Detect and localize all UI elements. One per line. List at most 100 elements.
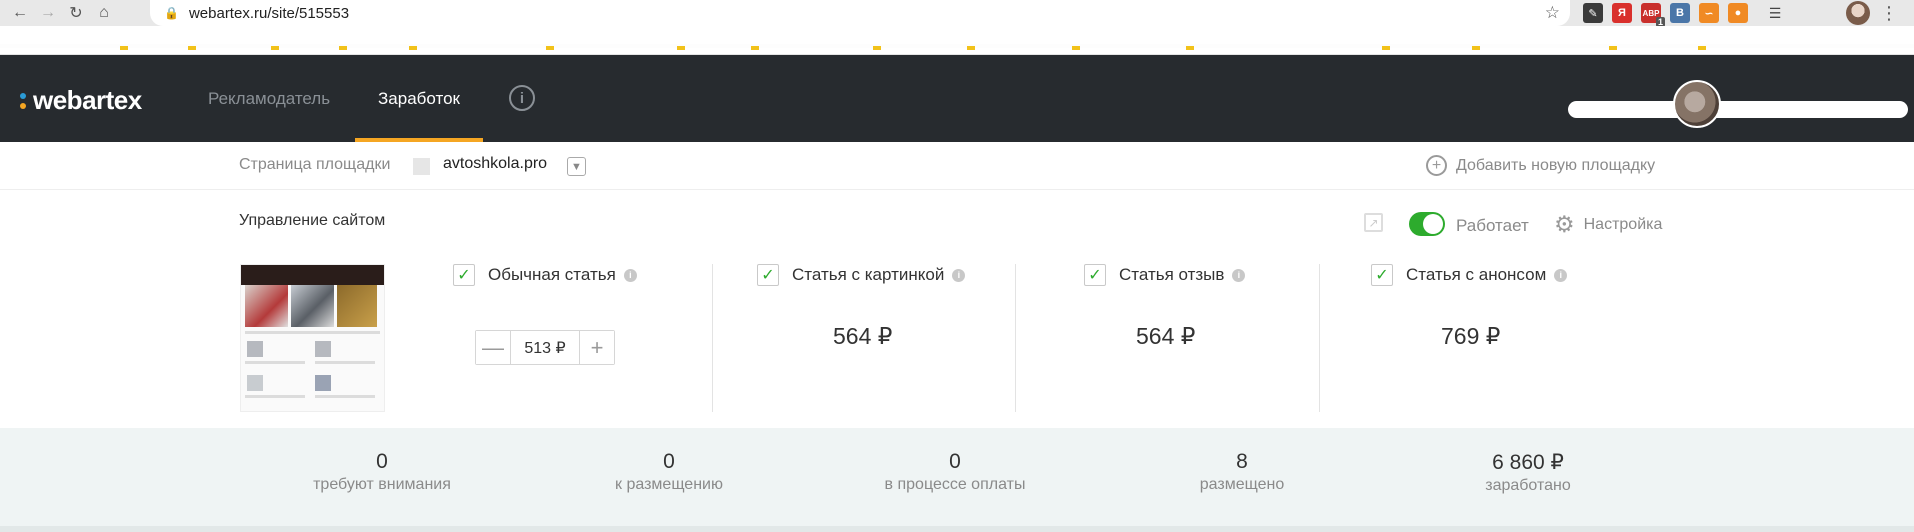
stat-earned[interactable]: 6 860 ₽ заработано [1398,450,1658,495]
bookmark-folder-icon[interactable] [120,46,128,50]
offer-announce-checkbox[interactable]: ✓ [1371,264,1393,286]
bookmark-folder-icon[interactable] [409,46,417,50]
stat-value: 6 860 ₽ [1492,451,1564,474]
playlist-ext-icon[interactable]: ☰ [1765,3,1785,23]
tab-earnings[interactable]: Заработок [355,55,483,142]
management-title: Управление сайтом [239,212,386,229]
offer-image-label: Статья с картинкой [792,265,945,284]
ok-ext-icon[interactable]: ● [1728,3,1748,23]
bookmark-folder-icon[interactable] [751,46,759,50]
thumbnail-header [241,265,384,285]
site-header: webartex Рекламодатель Заработок i [0,55,1914,142]
address-url[interactable]: webartex.ru/site/515553 [189,5,349,22]
browser-menu-icon[interactable]: ⋮ [1880,0,1898,26]
stepper-value[interactable]: 513 ₽ [510,331,580,364]
offer-regular-checkbox[interactable]: ✓ [453,264,475,286]
thumbnail-line [315,361,375,364]
offer-announce: ✓ Статья с анонсом i 769 ₽ [1319,264,1619,412]
stat-in-payment[interactable]: 0 в процессе оплаты [825,450,1085,494]
bookmarks-strip [0,44,1914,48]
add-site-button[interactable]: + Добавить новую площадку [1426,155,1655,176]
add-site-label: Добавить новую площадку [1456,156,1656,174]
stat-to-place[interactable]: 0 к размещению [539,450,799,494]
stat-caption: заработано [1485,477,1571,494]
bookmark-folder-icon[interactable] [873,46,881,50]
adblock-ext-icon[interactable]: ABP 1 [1641,3,1665,27]
stat-placed[interactable]: 8 размещено [1112,450,1372,494]
external-link-icon[interactable]: ↗ [1364,213,1383,232]
thumbnail-line [245,361,305,364]
bookmark-folder-icon[interactable] [967,46,975,50]
stat-value: 0 [376,450,388,473]
vk-ext-icon[interactable]: B [1670,3,1690,23]
info-hint-icon[interactable]: i [623,268,637,282]
stat-caption: требуют внимания [313,476,451,493]
offer-image-price: 564 ₽ [833,323,893,349]
thumbnail-line [245,331,380,334]
site-domain[interactable]: avtoshkola.pro [443,155,547,173]
stat-caption: к размещению [615,476,723,493]
forward-arrow-icon[interactable]: → [34,0,62,26]
minus-icon[interactable]: — [476,331,510,364]
rss-ext-icon[interactable]: ∽ [1699,3,1719,23]
bookmark-folder-icon[interactable] [188,46,196,50]
bookmark-folder-icon[interactable] [271,46,279,50]
browser-toolbar: ← → ↻ ⌂ 🔒 webartex.ru/site/515553 ☆ ✎ Я … [0,0,1914,27]
lock-icon: 🔒 [164,6,179,20]
browser-profile-avatar[interactable] [1846,1,1870,25]
offer-announce-price: 769 ₽ [1441,323,1501,349]
bookmark-star-icon[interactable]: ☆ [1545,3,1560,23]
bookmark-folder-icon[interactable] [1382,46,1390,50]
bookmark-folder-icon[interactable] [1072,46,1080,50]
offer-review-checkbox[interactable]: ✓ [1084,264,1106,286]
pen-ext-icon[interactable]: ✎ [1583,3,1603,23]
bookmark-folder-icon[interactable] [1609,46,1617,50]
address-bar[interactable]: 🔒 webartex.ru/site/515553 ☆ [150,0,1570,26]
offer-regular-label: Обычная статья [488,265,616,284]
site-management: Управление сайтом ↗ Работает ⚙ Настройка… [0,190,1914,428]
plus-icon[interactable]: + [580,331,614,364]
back-arrow-icon[interactable]: ← [6,0,34,26]
info-hint-icon[interactable]: i [952,268,966,282]
gear-icon: ⚙ [1554,211,1575,237]
site-status-toggle[interactable] [1409,212,1445,236]
bookmark-folder-icon[interactable] [1472,46,1480,50]
offer-review-price: 564 ₽ [1136,323,1196,349]
settings-button[interactable]: ⚙ Настройка [1554,211,1662,238]
chevron-down-icon[interactable]: ▼ [567,157,586,176]
bookmark-folder-icon[interactable] [339,46,347,50]
user-avatar[interactable] [1673,80,1721,128]
bookmark-folder-icon[interactable] [546,46,554,50]
bookmark-folder-icon[interactable] [1186,46,1194,50]
thumbnail-square [315,341,331,357]
logo-dots-icon [18,91,28,111]
thumbnail-images [245,285,377,327]
thumbnail-line [245,395,305,398]
yandex-ext-icon[interactable]: Я [1612,3,1632,23]
stats-bar: 0 требуют внимания 0 к размещению 0 в пр… [0,428,1914,532]
offer-image: ✓ Статья с картинкой i 564 ₽ [712,264,1015,412]
info-icon[interactable]: i [509,85,535,111]
stat-value: 0 [949,450,961,473]
user-info-redacted [1568,101,1908,118]
info-hint-icon[interactable]: i [1554,268,1568,282]
offer-announce-label: Статья с анонсом [1406,265,1547,284]
thumbnail-square [247,341,263,357]
stat-value: 8 [1236,450,1248,473]
site-selector-bar: Страница площадки avtoshkola.pro ▼ + Доб… [0,142,1914,190]
info-hint-icon[interactable]: i [1232,268,1246,282]
webartex-logo[interactable]: webartex [18,85,142,116]
tab-advertiser[interactable]: Рекламодатель [208,55,330,142]
offer-image-checkbox[interactable]: ✓ [757,264,779,286]
price-stepper[interactable]: — 513 ₽ + [475,330,615,365]
bookmark-folder-icon[interactable] [1698,46,1706,50]
stat-attention[interactable]: 0 требуют внимания [252,450,512,494]
status-label: Работает [1456,216,1529,235]
home-icon[interactable]: ⌂ [90,0,118,26]
settings-label: Настройка [1583,215,1663,233]
site-thumbnail[interactable] [240,264,385,412]
logo-text: webartex [33,85,142,115]
reload-icon[interactable]: ↻ [62,0,90,26]
site-page-label: Страница площадки [239,156,391,173]
bookmark-folder-icon[interactable] [677,46,685,50]
